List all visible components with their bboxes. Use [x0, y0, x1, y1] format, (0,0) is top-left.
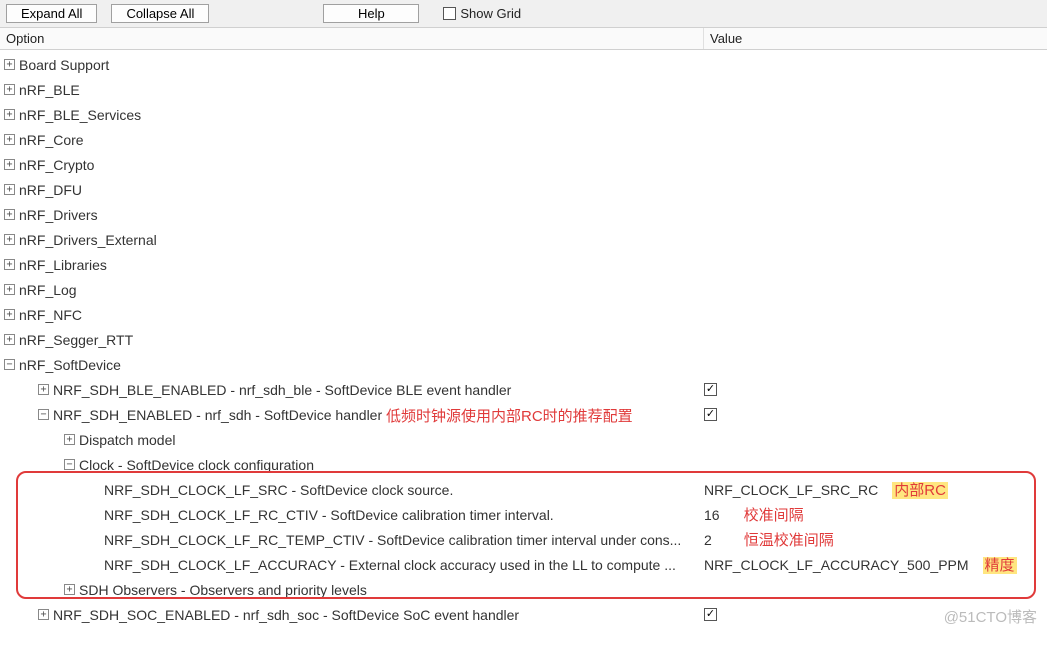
show-grid-label: Show Grid [460, 6, 521, 21]
tree-label: nRF_BLE [19, 82, 80, 98]
tree-item-clk-rc-ctiv[interactable]: NRF_SDH_CLOCK_LF_RC_CTIV - SoftDevice ca… [0, 502, 1047, 527]
tree-item-nrf-nfc[interactable]: nRF_NFC [0, 302, 1047, 327]
expand-all-button[interactable]: Expand All [6, 4, 97, 23]
tree-label: NRF_SDH_ENABLED - nrf_sdh - SoftDevice h… [53, 407, 382, 423]
tree-label: nRF_Drivers_External [19, 232, 157, 248]
tree-label: Clock - SoftDevice clock configuration [79, 457, 314, 473]
tree-label: nRF_SoftDevice [19, 357, 121, 373]
tree-item-nrf-drivers[interactable]: nRF_Drivers [0, 202, 1047, 227]
value-checkbox[interactable] [704, 408, 717, 421]
expand-icon[interactable] [4, 134, 15, 145]
annotation-inner-rc: 内部RC [892, 479, 948, 500]
tree-item-nrf-log[interactable]: nRF_Log [0, 277, 1047, 302]
config-tree: Board Support nRF_BLE nRF_BLE_Services n… [0, 50, 1047, 633]
annotation-calib-interval: 校准间隔 [744, 504, 804, 525]
tree-label: nRF_Crypto [19, 157, 94, 173]
tree-item-nrf-softdevice[interactable]: nRF_SoftDevice [0, 352, 1047, 377]
tree-label: nRF_Log [19, 282, 77, 298]
value-checkbox[interactable] [704, 608, 717, 621]
value-text[interactable]: 16 [704, 507, 720, 523]
tree-label: NRF_SDH_CLOCK_LF_RC_CTIV - SoftDevice ca… [104, 507, 554, 523]
toolbar: Expand All Collapse All Help Show Grid [0, 0, 1047, 28]
tree-item-nrf-core[interactable]: nRF_Core [0, 127, 1047, 152]
tree-label: NRF_SDH_BLE_ENABLED - nrf_sdh_ble - Soft… [53, 382, 511, 398]
tree-label: NRF_SDH_SOC_ENABLED - nrf_sdh_soc - Soft… [53, 607, 519, 623]
expand-icon[interactable] [4, 309, 15, 320]
tree-item-sdh-soc-enabled[interactable]: NRF_SDH_SOC_ENABLED - nrf_sdh_soc - Soft… [0, 602, 1047, 627]
annotation-accuracy: 精度 [983, 554, 1017, 575]
tree-item-nrf-ble-services[interactable]: nRF_BLE_Services [0, 102, 1047, 127]
tree-label: Board Support [19, 57, 109, 73]
annotation-temp-calib-interval: 恒温校准间隔 [744, 529, 834, 550]
value-text[interactable]: 2 [704, 532, 712, 548]
value-checkbox[interactable] [704, 383, 717, 396]
show-grid-checkbox[interactable] [443, 7, 456, 20]
watermark: @51CTO博客 [944, 606, 1037, 627]
expand-icon[interactable] [4, 59, 15, 70]
tree-item-clk-rc-temp-ctiv[interactable]: NRF_SDH_CLOCK_LF_RC_TEMP_CTIV - SoftDevi… [0, 527, 1047, 552]
header-option[interactable]: Option [0, 28, 704, 49]
tree-label: nRF_NFC [19, 307, 82, 323]
help-button[interactable]: Help [323, 4, 419, 23]
tree-item-clock-config[interactable]: Clock - SoftDevice clock configuration [0, 452, 1047, 477]
expand-icon[interactable] [4, 84, 15, 95]
tree-item-clk-src[interactable]: NRF_SDH_CLOCK_LF_SRC - SoftDevice clock … [0, 477, 1047, 502]
tree-label: SDH Observers - Observers and priority l… [79, 582, 367, 598]
expand-icon[interactable] [4, 109, 15, 120]
expand-icon[interactable] [4, 184, 15, 195]
value-text[interactable]: NRF_CLOCK_LF_SRC_RC [704, 482, 878, 498]
header-value[interactable]: Value [704, 28, 1047, 49]
expand-icon[interactable] [4, 284, 15, 295]
tree-item-nrf-segger-rtt[interactable]: nRF_Segger_RTT [0, 327, 1047, 352]
show-grid-checkbox-row[interactable]: Show Grid [443, 6, 521, 21]
tree-label: NRF_SDH_CLOCK_LF_ACCURACY - External clo… [104, 557, 676, 573]
expand-icon[interactable] [4, 159, 15, 170]
tree-item-nrf-crypto[interactable]: nRF_Crypto [0, 152, 1047, 177]
tree-item-clk-accuracy[interactable]: NRF_SDH_CLOCK_LF_ACCURACY - External clo… [0, 552, 1047, 577]
collapse-icon[interactable] [38, 409, 49, 420]
tree-item-nrf-libraries[interactable]: nRF_Libraries [0, 252, 1047, 277]
expand-icon[interactable] [64, 584, 75, 595]
tree-label: NRF_SDH_CLOCK_LF_SRC - SoftDevice clock … [104, 482, 453, 498]
column-headers: Option Value [0, 28, 1047, 50]
collapse-icon[interactable] [4, 359, 15, 370]
tree-item-nrf-drivers-external[interactable]: nRF_Drivers_External [0, 227, 1047, 252]
expand-icon[interactable] [64, 434, 75, 445]
expand-icon[interactable] [38, 609, 49, 620]
expand-icon[interactable] [38, 384, 49, 395]
tree-label: nRF_Libraries [19, 257, 107, 273]
tree-label: nRF_DFU [19, 182, 82, 198]
collapse-icon[interactable] [64, 459, 75, 470]
tree-item-sdh-observers[interactable]: SDH Observers - Observers and priority l… [0, 577, 1047, 602]
collapse-all-button[interactable]: Collapse All [111, 4, 209, 23]
expand-icon[interactable] [4, 334, 15, 345]
annotation-header: 低频时钟源使用内部RC时的推荐配置 [386, 405, 633, 426]
tree-label: nRF_Core [19, 132, 84, 148]
tree-item-nrf-dfu[interactable]: nRF_DFU [0, 177, 1047, 202]
expand-icon[interactable] [4, 209, 15, 220]
expand-icon[interactable] [4, 259, 15, 270]
expand-icon[interactable] [4, 234, 15, 245]
tree-label: nRF_Drivers [19, 207, 98, 223]
tree-item-board-support[interactable]: Board Support [0, 52, 1047, 77]
tree-label: nRF_Segger_RTT [19, 332, 133, 348]
tree-label: nRF_BLE_Services [19, 107, 141, 123]
tree-label: Dispatch model [79, 432, 176, 448]
tree-item-nrf-ble[interactable]: nRF_BLE [0, 77, 1047, 102]
tree-item-sdh-ble-enabled[interactable]: NRF_SDH_BLE_ENABLED - nrf_sdh_ble - Soft… [0, 377, 1047, 402]
value-text[interactable]: NRF_CLOCK_LF_ACCURACY_500_PPM [704, 557, 969, 573]
tree-label: NRF_SDH_CLOCK_LF_RC_TEMP_CTIV - SoftDevi… [104, 532, 681, 548]
tree-item-dispatch-model[interactable]: Dispatch model [0, 427, 1047, 452]
